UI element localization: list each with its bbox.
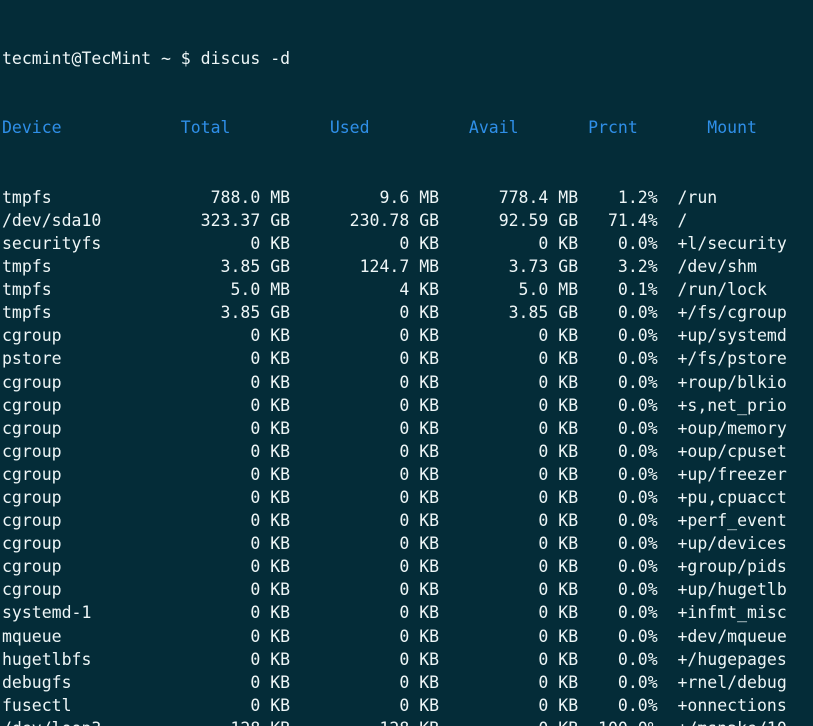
command-line: tecmint@TecMint ~ $ discus -d — [2, 47, 813, 70]
table-row: pstore 0 KB 0 KB 0 KB 0.0% +/fs/pstore — [2, 347, 813, 370]
table-row: mqueue 0 KB 0 KB 0 KB 0.0% +dev/mqueue — [2, 625, 813, 648]
table-row: securityfs 0 KB 0 KB 0 KB 0.0% +l/securi… — [2, 232, 813, 255]
table-row: cgroup 0 KB 0 KB 0 KB 0.0% +s,net_prio — [2, 394, 813, 417]
table-row: cgroup 0 KB 0 KB 0 KB 0.0% +group/pids — [2, 555, 813, 578]
table-row: cgroup 0 KB 0 KB 0 KB 0.0% +oup/cpuset — [2, 440, 813, 463]
table-row: hugetlbfs 0 KB 0 KB 0 KB 0.0% +/hugepage… — [2, 648, 813, 671]
table-row: cgroup 0 KB 0 KB 0 KB 0.0% +up/freezer — [2, 463, 813, 486]
table-row: cgroup 0 KB 0 KB 0 KB 0.0% +perf_event — [2, 509, 813, 532]
table-row: systemd-1 0 KB 0 KB 0 KB 0.0% +infmt_mis… — [2, 601, 813, 624]
table-row: cgroup 0 KB 0 KB 0 KB 0.0% +oup/memory — [2, 417, 813, 440]
table-row: cgroup 0 KB 0 KB 0 KB 0.0% +pu,cpuacct — [2, 486, 813, 509]
table-row: debugfs 0 KB 0 KB 0 KB 0.0% +rnel/debug — [2, 671, 813, 694]
table-row: /dev/loop3 128 KB 128 KB 0 KB 100.0% +/m… — [2, 717, 813, 726]
table-row: cgroup 0 KB 0 KB 0 KB 0.0% +roup/blkio — [2, 371, 813, 394]
table-row: cgroup 0 KB 0 KB 0 KB 0.0% +up/hugetlb — [2, 578, 813, 601]
terminal-window[interactable]: tecmint@TecMint ~ $ discus -d Device Tot… — [0, 0, 813, 726]
table-row: tmpfs 5.0 MB 4 KB 5.0 MB 0.1% /run/lock — [2, 278, 813, 301]
table-row: tmpfs 3.85 GB 124.7 MB 3.73 GB 3.2% /dev… — [2, 255, 813, 278]
table-row: fusectl 0 KB 0 KB 0 KB 0.0% +onnections — [2, 694, 813, 717]
table-body: tmpfs 788.0 MB 9.6 MB 778.4 MB 1.2% /run… — [2, 186, 813, 726]
table-row: /dev/sda10 323.37 GB 230.78 GB 92.59 GB … — [2, 209, 813, 232]
table-row: cgroup 0 KB 0 KB 0 KB 0.0% +up/devices — [2, 532, 813, 555]
table-row: cgroup 0 KB 0 KB 0 KB 0.0% +up/systemd — [2, 324, 813, 347]
table-header-row: Device Total Used Avail Prcnt Mount — [2, 116, 813, 139]
table-row: tmpfs 788.0 MB 9.6 MB 778.4 MB 1.2% /run — [2, 186, 813, 209]
table-row: tmpfs 3.85 GB 0 KB 3.85 GB 0.0% +/fs/cgr… — [2, 301, 813, 324]
